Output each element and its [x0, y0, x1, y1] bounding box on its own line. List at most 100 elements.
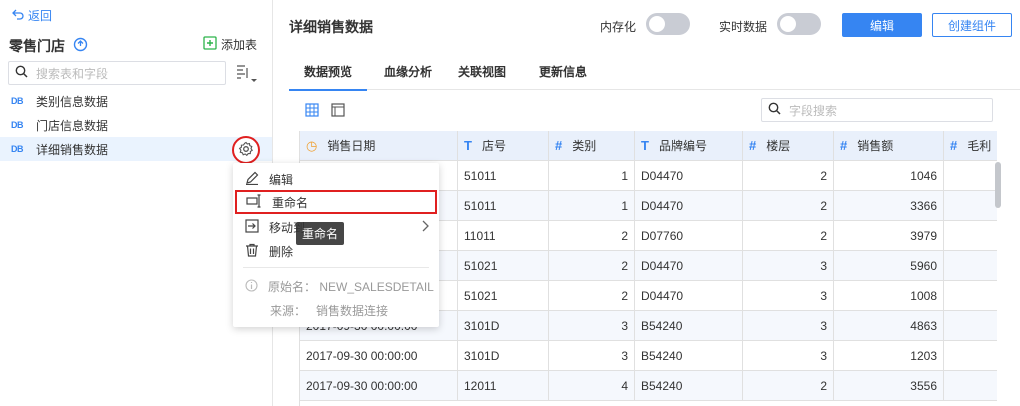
table-cell: 2: [549, 281, 635, 311]
original-name-value: NEW_SALESDETAIL: [319, 280, 434, 294]
original-name-info: 原始名： NEW_SALESDETAIL: [245, 278, 434, 295]
table-cell: 3979: [834, 221, 944, 251]
column-header-gross-profit[interactable]: # 毛利: [944, 131, 997, 161]
table-cell: 1: [549, 161, 635, 191]
column-header-label: 毛利: [967, 139, 992, 153]
database-icon: DB: [11, 96, 24, 106]
table-cell: B54240: [635, 311, 743, 341]
table-context-menu: 编辑 重命名 移动到 删除 原始名： NEW_SALESDETAIL 来源： 销售…: [233, 163, 439, 327]
left-panel: 返回 零售门店 添加表 搜索表和字段 DB 类别信息数据 DB 门店信息数据 D…: [0, 0, 272, 406]
table-item-store[interactable]: DB 门店信息数据: [0, 113, 272, 137]
table-cell: 1046: [834, 161, 944, 191]
table-cell: [944, 191, 997, 221]
header-bar: 详细销售数据 内存化 实时数据 编辑 创建组件: [273, 0, 1020, 52]
table-cell: 3556: [834, 371, 944, 401]
table-settings-gear-button[interactable]: [232, 136, 260, 164]
add-table-button[interactable]: 添加表: [203, 36, 257, 53]
text-type-icon: T: [641, 138, 649, 153]
table-cell: 3: [743, 281, 834, 311]
table-cell: D07760: [635, 221, 743, 251]
table-cell: B54240: [635, 371, 743, 401]
tab-lineage[interactable]: 血缘分析: [379, 52, 437, 90]
trash-icon: [245, 243, 259, 260]
table-cell: 2: [549, 251, 635, 281]
table-item-label: 类别信息数据: [36, 94, 109, 109]
table-cell: B54240: [635, 341, 743, 371]
tab-relation-view[interactable]: 关联视图: [453, 52, 511, 90]
field-search-placeholder: 字段搜索: [789, 103, 838, 118]
table-cell: 4: [549, 371, 635, 401]
database-icon: DB: [11, 120, 24, 130]
table-cell: 2: [743, 221, 834, 251]
refresh-icon[interactable]: [73, 37, 88, 55]
grid-view-icon[interactable]: [305, 103, 319, 120]
menu-item-label: 编辑: [269, 172, 294, 187]
number-type-icon: #: [555, 138, 563, 153]
edit-button[interactable]: 编辑: [842, 13, 922, 37]
table-cell: 3101D: [458, 341, 549, 371]
menu-item-edit[interactable]: 编辑: [233, 167, 439, 191]
gear-icon: [238, 141, 254, 160]
table-cell: 51011: [458, 161, 549, 191]
table-row: 2017-09-30 00:00:00 3101D 3 B54240 3 1203: [300, 341, 997, 371]
table-cell: 51021: [458, 281, 549, 311]
table-cell: 2017-09-30 00:00:00: [300, 371, 458, 401]
menu-divider: [243, 267, 429, 268]
table-cell: D04470: [635, 251, 743, 281]
create-component-button[interactable]: 创建组件: [932, 13, 1012, 37]
column-header-floor[interactable]: # 楼层: [743, 131, 834, 161]
tab-data-preview[interactable]: 数据预览: [289, 52, 367, 91]
table-cell: 1: [549, 191, 635, 221]
menu-item-rename[interactable]: 重命名: [235, 190, 437, 214]
menu-item-label: 重命名: [272, 195, 309, 210]
realtime-toggle[interactable]: [777, 13, 821, 35]
table-cell: [944, 311, 997, 341]
table-cell: [944, 251, 997, 281]
table-cell: 5960: [834, 251, 944, 281]
search-icon: [15, 65, 28, 81]
table-cell: 3: [549, 311, 635, 341]
table-scrollbar[interactable]: [995, 162, 1001, 208]
column-header-label: 楼层: [766, 139, 791, 153]
column-header-label: 店号: [481, 139, 506, 153]
table-cell: 11011: [458, 221, 549, 251]
number-type-icon: #: [840, 138, 848, 153]
in-memory-toggle[interactable]: [646, 13, 690, 35]
table-cell: D04470: [635, 161, 743, 191]
field-search-input[interactable]: 字段搜索: [761, 98, 993, 122]
table-cell: 12011: [458, 371, 549, 401]
search-icon: [768, 102, 781, 118]
table-search-placeholder: 搜索表和字段: [36, 66, 109, 81]
back-button[interactable]: 返回: [12, 7, 52, 24]
table-cell: 2: [743, 371, 834, 401]
column-header-sales-date[interactable]: ◷ 销售日期: [300, 131, 458, 161]
column-header-store-no[interactable]: T 店号: [458, 131, 549, 161]
pencil-icon: [245, 171, 259, 188]
table-item-label: 详细销售数据: [36, 142, 109, 157]
table-search-input[interactable]: 搜索表和字段: [8, 61, 226, 85]
column-header-brand-no[interactable]: T 品牌编号: [635, 131, 743, 161]
column-header-sales-amount[interactable]: # 销售额: [834, 131, 944, 161]
table-item-category[interactable]: DB 类别信息数据: [0, 89, 272, 113]
sort-icon[interactable]: [236, 63, 258, 86]
layout-view-icon[interactable]: [331, 103, 345, 120]
tab-update-info[interactable]: 更新信息: [527, 52, 599, 90]
text-type-icon: T: [464, 138, 472, 153]
table-cell: 1203: [834, 341, 944, 371]
table-cell: 2: [549, 221, 635, 251]
page-title: 详细销售数据: [289, 19, 373, 35]
move-icon: [245, 218, 259, 236]
number-type-icon: #: [950, 138, 958, 153]
table-cell: 3: [743, 251, 834, 281]
store-title-text: 零售门店: [9, 38, 65, 54]
column-header-category[interactable]: # 类别: [549, 131, 635, 161]
table-cell: 3: [549, 341, 635, 371]
add-table-label: 添加表: [221, 38, 258, 52]
table-cell: [944, 371, 997, 401]
rename-icon: [246, 193, 262, 211]
table-cell: [944, 341, 997, 371]
table-cell: 1008: [834, 281, 944, 311]
chevron-right-icon: [421, 220, 429, 235]
view-switcher: [305, 103, 345, 120]
table-cell: 3366: [834, 191, 944, 221]
